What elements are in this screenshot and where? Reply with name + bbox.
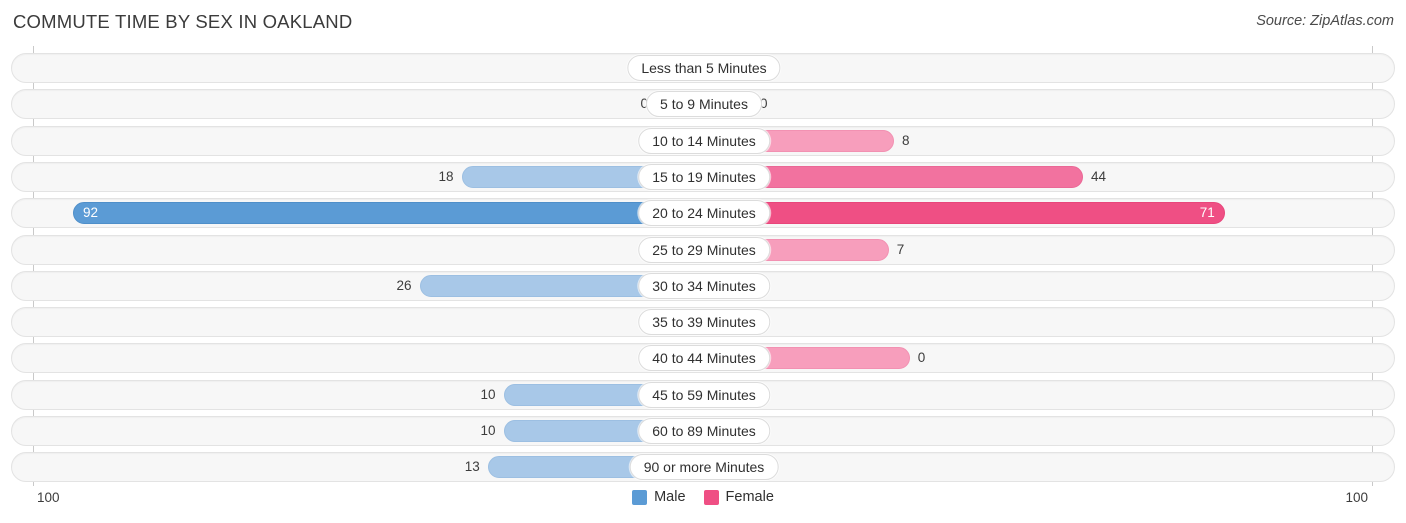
value-label-male: 92: [83, 205, 99, 221]
category-label[interactable]: 10 to 14 Minutes: [638, 127, 770, 154]
legend-label: Female: [725, 489, 774, 505]
table-row[interactable]: 18 44 15 to 19 Minutes: [11, 161, 1395, 192]
value-label-female: 44: [1091, 168, 1107, 184]
value-label-male: 10: [480, 386, 496, 402]
table-row[interactable]: 0040 to 44 Minutes: [11, 343, 1395, 374]
category-label[interactable]: 35 to 39 Minutes: [638, 309, 770, 336]
source-attribution: Source: ZipAtlas.com: [1256, 13, 1394, 29]
category-label[interactable]: 30 to 34 Minutes: [638, 272, 770, 299]
table-row[interactable]: 92 71 20 to 24 Minutes: [11, 198, 1395, 229]
value-label-male: 0: [640, 96, 648, 112]
legend-item-male[interactable]: Male: [632, 489, 686, 505]
category-label[interactable]: 20 to 24 Minutes: [638, 200, 770, 227]
value-label-male: 13: [464, 459, 480, 475]
page-title: COMMUTE TIME BY SEX IN OAKLAND: [13, 11, 353, 32]
legend-item-female[interactable]: Female: [703, 489, 774, 505]
table-row[interactable]: 10060 to 89 Minutes: [11, 416, 1395, 446]
value-label-male: 18: [438, 168, 454, 184]
table-row[interactable]: 00Less than 5 Minutes: [11, 53, 1395, 83]
square-swatch-icon: [703, 489, 719, 505]
category-label[interactable]: 90 or more Minutes: [629, 454, 779, 481]
value-label-female: 0: [917, 350, 926, 366]
bar-female[interactable]: [704, 202, 1225, 225]
value-label-female: 7: [896, 241, 905, 257]
chart-legend: Male Female: [0, 489, 1406, 505]
chart-root: COMMUTE TIME BY SEX IN OAKLAND Source: Z…: [0, 0, 1406, 523]
table-row[interactable]: 13090 or more Minutes: [11, 452, 1395, 483]
value-label-female: 71: [1199, 205, 1215, 221]
table-row[interactable]: 10045 to 59 Minutes: [11, 379, 1395, 410]
category-label[interactable]: 60 to 89 Minutes: [638, 418, 770, 444]
category-label[interactable]: 25 to 29 Minutes: [638, 236, 770, 263]
table-row[interactable]: 26030 to 34 Minutes: [11, 270, 1395, 301]
category-label[interactable]: 5 to 9 Minutes: [646, 91, 762, 118]
value-label-female: 8: [902, 132, 910, 148]
plot-area: 00Less than 5 Minutes005 to 9 Minutes081…: [0, 46, 1406, 486]
category-label[interactable]: Less than 5 Minutes: [627, 55, 781, 81]
table-row[interactable]: 0035 to 39 Minutes: [11, 307, 1395, 338]
value-label-female: 0: [760, 96, 768, 112]
category-label[interactable]: 15 to 19 Minutes: [638, 163, 770, 190]
square-swatch-icon: [632, 489, 648, 505]
table-row[interactable]: 0810 to 14 Minutes: [11, 125, 1395, 156]
category-label[interactable]: 45 to 59 Minutes: [638, 381, 770, 408]
table-row[interactable]: 0 05 to 9 Minutes: [11, 89, 1395, 120]
chart-header: COMMUTE TIME BY SEX IN OAKLAND Source: Z…: [0, 0, 1406, 46]
legend-label: Male: [654, 489, 686, 505]
chart-footer: 100 100 Male Female: [0, 486, 1406, 523]
category-label[interactable]: 40 to 44 Minutes: [638, 345, 770, 372]
bar-male[interactable]: [73, 202, 704, 225]
table-row[interactable]: 0725 to 29 Minutes: [11, 234, 1395, 265]
value-label-male: 26: [396, 277, 412, 293]
value-label-male: 10: [480, 423, 496, 438]
